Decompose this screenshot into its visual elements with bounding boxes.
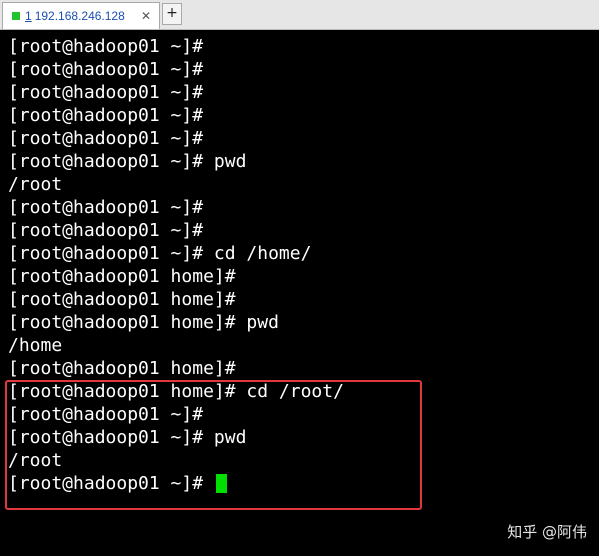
session-tab[interactable]: 1 192.168.246.128 ✕ [2,2,160,29]
new-tab-button[interactable]: + [162,3,182,25]
terminal-line: [root@hadoop01 ~]# [8,197,204,218]
terminal-line: [root@hadoop01 ~]# [8,128,204,149]
terminal-line: [root@hadoop01 home]# pwd [8,312,279,333]
close-icon[interactable]: ✕ [141,9,151,23]
watermark: 知乎 @阿伟 [507,523,587,541]
terminal-line: [root@hadoop01 ~]# pwd [8,151,247,172]
terminal-line: [root@hadoop01 ~]# [8,36,204,57]
terminal-line: [root@hadoop01 ~]# [8,82,204,103]
terminal-line: /home [8,335,63,356]
tab-label: 1 192.168.246.128 [25,9,125,23]
terminal-line: [root@hadoop01 home]# [8,266,236,287]
terminal-line: [root@hadoop01 ~]# [8,220,204,241]
highlight-annotation-box [5,380,422,510]
tab-bar: 1 192.168.246.128 ✕ + [0,0,599,30]
terminal-line: [root@hadoop01 home]# [8,358,236,379]
terminal-line: [root@hadoop01 ~]# cd /home/ [8,243,312,264]
terminal-line: [root@hadoop01 ~]# [8,105,204,126]
connection-status-icon [12,12,20,20]
tab-number: 1 [25,9,32,23]
terminal-line: [root@hadoop01 ~]# [8,59,204,80]
terminal-line: /root [8,174,63,195]
tab-host: 192.168.246.128 [34,9,125,23]
terminal-line: [root@hadoop01 home]# [8,289,236,310]
